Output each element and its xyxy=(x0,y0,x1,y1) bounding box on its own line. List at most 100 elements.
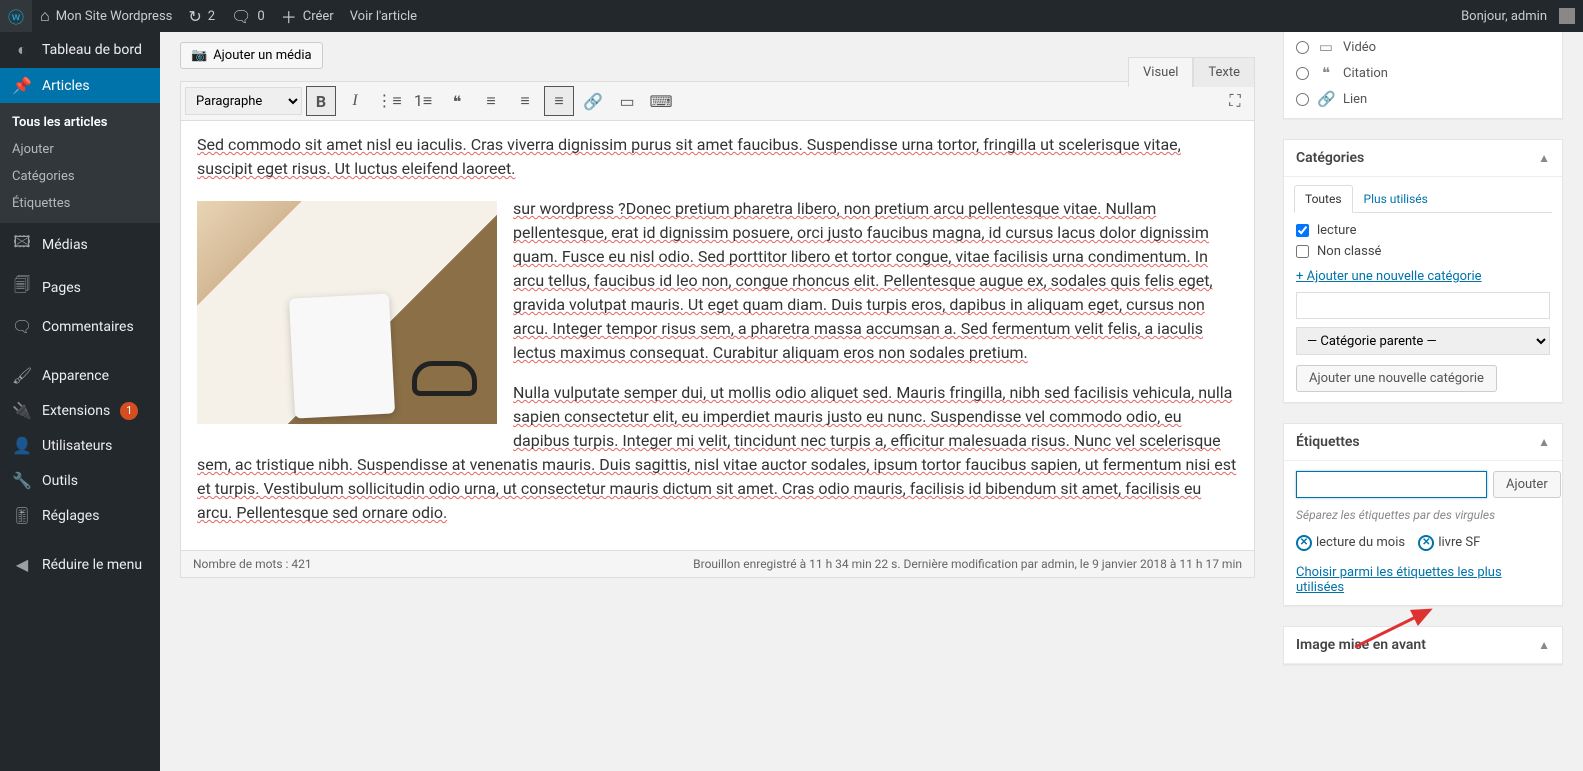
format-metabox-partial: ▭Vidéo ❝Citation 🔗Lien xyxy=(1283,32,1563,119)
save-status: Brouillon enregistré à 11 h 34 min 22 s.… xyxy=(693,557,1242,571)
chevron-up-icon[interactable]: ▲ xyxy=(1538,638,1550,652)
add-category-toggle[interactable]: + Ajouter une nouvelle catégorie xyxy=(1296,269,1482,284)
new-label: Créer xyxy=(303,9,334,24)
tags-metabox: Étiquettes▲ Ajouter Séparez les étiquett… xyxy=(1283,423,1563,606)
cat-tab-all[interactable]: Toutes xyxy=(1294,185,1353,213)
new-category-input[interactable] xyxy=(1296,292,1550,319)
admin-bar: ⓦ ⌂Mon Site Wordpress ↻2 🗨0 ＋Créer Voir … xyxy=(0,0,1583,32)
cat-item-nonclasse[interactable]: Non classé xyxy=(1296,244,1550,259)
inline-image[interactable] xyxy=(197,201,497,424)
more-button[interactable]: ▭ xyxy=(612,86,642,116)
user-menu[interactable]: Bonjour, admin xyxy=(1453,0,1583,32)
menu-media[interactable]: 🖾Médias xyxy=(0,223,160,266)
remove-tag-icon[interactable]: ✕ xyxy=(1296,535,1312,551)
quote-button[interactable]: ❝ xyxy=(442,86,472,116)
tag-input[interactable] xyxy=(1296,471,1487,498)
align-left-button[interactable]: ≡ xyxy=(476,86,506,116)
brush-icon: 🖌 xyxy=(12,366,32,385)
media-icon: 🖾 xyxy=(12,231,32,258)
submenu-add-post[interactable]: Ajouter xyxy=(0,136,160,163)
format-link[interactable]: 🔗Lien xyxy=(1296,90,1550,108)
site-name-link[interactable]: ⌂ Mon Site Wordpress xyxy=(32,0,180,32)
menu-comments[interactable]: 🗨Commentaires xyxy=(0,309,160,344)
cat-checkbox[interactable] xyxy=(1296,224,1309,237)
add-media-button[interactable]: 📷Ajouter un média xyxy=(180,42,323,69)
submenu-tags[interactable]: Étiquettes xyxy=(0,190,160,217)
main-content: 📷Ajouter un média VisuelTexte Paragraphe… xyxy=(160,32,1583,771)
align-center-button[interactable]: ≡ xyxy=(510,86,540,116)
align-right-button[interactable]: ≡ xyxy=(544,86,574,116)
sliders-icon: 🎚 xyxy=(12,506,32,525)
collapse-icon: ◀ xyxy=(12,555,32,574)
format-quote-radio[interactable] xyxy=(1296,67,1309,80)
toolbar-toggle-button[interactable]: ⌨ xyxy=(646,86,676,116)
quote-icon: ❝ xyxy=(1317,64,1335,82)
add-tag-button[interactable]: Ajouter xyxy=(1493,471,1561,498)
format-link-radio[interactable] xyxy=(1296,93,1309,106)
parent-category-select[interactable]: — Catégorie parente — xyxy=(1296,327,1550,355)
view-post-link[interactable]: Voir l'article xyxy=(342,0,425,32)
menu-pages[interactable]: 🗐Pages xyxy=(0,266,160,309)
editor-toolbar: Paragraphe B I ⋮≡ 1≡ ❝ ≡ ≡ ≡ 🔗 ▭ ⌨ ⛶ xyxy=(180,81,1255,121)
format-video[interactable]: ▭Vidéo xyxy=(1296,38,1550,56)
tag-chip: ✕lecture du mois xyxy=(1296,535,1405,551)
chevron-up-icon[interactable]: ▲ xyxy=(1538,151,1550,165)
chevron-up-icon[interactable]: ▲ xyxy=(1538,435,1550,449)
menu-users[interactable]: 👤Utilisateurs xyxy=(0,428,160,463)
sidebar-metaboxes: ▭Vidéo ❝Citation 🔗Lien Catégories▲ Toute… xyxy=(1283,32,1563,685)
add-category-button[interactable]: Ajouter une nouvelle catégorie xyxy=(1296,365,1497,392)
comment-icon: 🗨 xyxy=(231,7,251,26)
format-select[interactable]: Paragraphe xyxy=(185,87,302,115)
format-video-radio[interactable] xyxy=(1296,41,1309,54)
category-tabs: Toutes Plus utilisés xyxy=(1294,185,1552,213)
word-count: Nombre de mots : 421 xyxy=(193,557,312,571)
italic-button[interactable]: I xyxy=(340,86,370,116)
home-icon: ⌂ xyxy=(40,6,50,26)
tab-text[interactable]: Texte xyxy=(1193,57,1255,87)
tags-title[interactable]: Étiquettes▲ xyxy=(1284,424,1562,461)
camera-icon: 📷 xyxy=(191,48,207,63)
tag-chip: ✕livre SF xyxy=(1418,535,1480,551)
featured-image-title[interactable]: Image mise en avant▲ xyxy=(1284,627,1562,664)
user-icon: 👤 xyxy=(12,436,32,455)
dashboard-icon: ◐ xyxy=(12,40,32,60)
menu-appearance[interactable]: 🖌Apparence xyxy=(0,358,160,393)
greeting: Bonjour, admin xyxy=(1461,9,1547,24)
remove-tag-icon[interactable]: ✕ xyxy=(1418,535,1434,551)
admin-sidebar: ◐Tableau de bord 📌Articles Tous les arti… xyxy=(0,32,160,771)
menu-posts[interactable]: 📌Articles xyxy=(0,68,160,103)
site-name: Mon Site Wordpress xyxy=(56,9,173,24)
menu-tools[interactable]: 🔧Outils xyxy=(0,463,160,498)
wordpress-icon: ⓦ xyxy=(8,4,24,28)
comments-count: 0 xyxy=(257,9,264,24)
fullscreen-button[interactable]: ⛶ xyxy=(1220,86,1250,116)
updates-link[interactable]: ↻2 xyxy=(180,0,223,32)
comments-link[interactable]: 🗨0 xyxy=(223,0,273,32)
cat-tab-most[interactable]: Plus utilisés xyxy=(1353,185,1439,213)
plugin-icon: 🔌 xyxy=(12,401,32,420)
editor-body[interactable]: Sed commodo sit amet nisl eu iaculis. Cr… xyxy=(180,121,1255,551)
submenu-categories[interactable]: Catégories xyxy=(0,163,160,190)
tab-visual[interactable]: Visuel xyxy=(1128,57,1193,87)
numbered-list-button[interactable]: 1≡ xyxy=(408,86,438,116)
choose-tags-link[interactable]: Choisir parmi les étiquettes les plus ut… xyxy=(1296,565,1502,595)
menu-settings[interactable]: 🎚Réglages xyxy=(0,498,160,533)
bold-button[interactable]: B xyxy=(306,86,336,116)
submenu-all-posts[interactable]: Tous les articles xyxy=(0,109,160,136)
cat-checkbox[interactable] xyxy=(1296,245,1309,258)
category-list: lecture Non classé xyxy=(1296,223,1550,259)
menu-collapse[interactable]: ◀Réduire le menu xyxy=(0,547,160,582)
editor-tabs: VisuelTexte xyxy=(1128,57,1255,87)
bullet-list-button[interactable]: ⋮≡ xyxy=(374,86,404,116)
video-icon: ▭ xyxy=(1317,38,1335,56)
menu-dashboard[interactable]: ◐Tableau de bord xyxy=(0,32,160,68)
format-quote[interactable]: ❝Citation xyxy=(1296,64,1550,82)
categories-title[interactable]: Catégories▲ xyxy=(1284,140,1562,177)
cat-item-lecture[interactable]: lecture xyxy=(1296,223,1550,238)
wrench-icon: 🔧 xyxy=(12,471,32,490)
link-icon: 🔗 xyxy=(1317,90,1335,108)
menu-plugins[interactable]: 🔌Extensions 1 xyxy=(0,393,160,428)
wp-logo[interactable]: ⓦ xyxy=(0,0,32,32)
new-content-link[interactable]: ＋Créer xyxy=(273,0,342,32)
link-button[interactable]: 🔗 xyxy=(578,86,608,116)
